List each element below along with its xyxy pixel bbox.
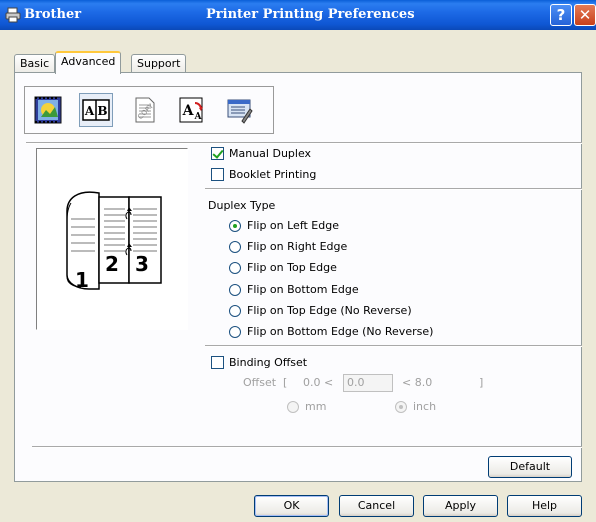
radio-label: Flip on Bottom Edge (No Reverse) (247, 325, 434, 338)
default-button[interactable]: Default (488, 456, 572, 478)
radio-flip-top-edge-no-reverse[interactable]: Flip on Top Edge (No Reverse) (229, 304, 412, 317)
radio-flip-left-edge[interactable]: Flip on Left Edge (229, 219, 339, 232)
tab-support[interactable]: Support (131, 54, 187, 73)
radio-label: Flip on Top Edge (247, 261, 337, 274)
options-separator (205, 188, 582, 190)
help-button[interactable]: Help (507, 495, 582, 517)
page-setting-icon: A A (179, 97, 203, 123)
unit-inch-radio[interactable]: inch (395, 400, 436, 413)
duplex-separator (205, 345, 582, 347)
device-options-button[interactable] (223, 93, 257, 127)
duplex-icon: A B (82, 99, 110, 121)
offset-close-bracket: ] (479, 376, 484, 389)
page-setting-button[interactable]: A A (175, 93, 209, 127)
radio-dot[interactable] (229, 261, 241, 274)
radio-dot[interactable] (229, 283, 241, 296)
radio-dot[interactable] (395, 400, 407, 413)
strip-divider (26, 142, 582, 144)
manual-duplex-check-box[interactable] (211, 147, 224, 160)
duplex-button[interactable]: A B (79, 93, 113, 127)
unit-mm-label: mm (305, 400, 327, 413)
radio-label: Flip on Bottom Edge (247, 283, 359, 296)
svg-text:A: A (84, 104, 95, 118)
offset-open-bracket: [ (283, 376, 288, 389)
print-quality-button[interactable] (31, 93, 65, 127)
radio-label: Flip on Left Edge (247, 219, 339, 232)
help-title-button[interactable]: ? (550, 4, 572, 26)
manual-duplex-checkbox[interactable]: Manual Duplex (211, 147, 311, 160)
radio-dot[interactable] (229, 219, 241, 232)
booklet-preview-image: 1 2 3 (66, 191, 162, 292)
page-number-3: 3 (135, 252, 149, 276)
radio-dot[interactable] (229, 240, 241, 253)
radio-flip-right-edge[interactable]: Flip on Right Edge (229, 240, 347, 253)
booklet-printing-label: Booklet Printing (229, 168, 317, 181)
print-quality-icon (34, 96, 62, 124)
watermark-button[interactable]: COPY (127, 93, 161, 127)
booklet-printing-check-box[interactable] (211, 168, 224, 181)
page-number-1: 1 (75, 268, 89, 292)
svg-text:A: A (194, 112, 203, 122)
booklet-printing-checkbox[interactable]: Booklet Printing (211, 168, 316, 181)
svg-text:A: A (182, 103, 195, 119)
app-name: Brother (24, 7, 82, 22)
radio-dot[interactable] (287, 400, 299, 413)
radio-flip-top-edge[interactable]: Flip on Top Edge (229, 261, 337, 274)
offset-min: 0.0 < (303, 376, 334, 389)
svg-text:B: B (97, 104, 107, 118)
apply-button[interactable]: Apply (423, 495, 498, 517)
tab-advanced[interactable]: Advanced (55, 51, 122, 74)
tab-basic[interactable]: Basic (14, 54, 56, 73)
radio-dot[interactable] (229, 325, 241, 338)
duplex-type-heading: Duplex Type (208, 199, 276, 212)
manual-duplex-label: Manual Duplex (229, 147, 312, 160)
printing-preferences-window: Brother Printer Printing Preferences ? ✕… (0, 0, 596, 522)
offset-label: Offset (243, 376, 277, 389)
watermark-icon: COPY (135, 97, 156, 123)
offset-value-field[interactable]: 0.0 (343, 374, 393, 392)
feature-icon-strip: A B COPY A A (24, 86, 274, 134)
printer-app-icon (5, 7, 21, 23)
radio-flip-bottom-edge-no-reverse[interactable]: Flip on Bottom Edge (No Reverse) (229, 325, 433, 338)
footer-separator (32, 446, 582, 448)
duplex-preview: 1 2 3 (36, 148, 188, 330)
unit-mm-radio[interactable]: mm (287, 400, 326, 413)
radio-label: Flip on Top Edge (No Reverse) (247, 304, 412, 317)
radio-flip-bottom-edge[interactable]: Flip on Bottom Edge (229, 283, 359, 296)
device-options-icon (227, 99, 253, 124)
ok-button[interactable]: OK (254, 495, 329, 517)
title-bar[interactable]: Brother Printer Printing Preferences ? ✕ (0, 0, 596, 30)
unit-inch-label: inch (413, 400, 437, 413)
binding-offset-label: Binding Offset (229, 356, 308, 369)
radio-label: Flip on Right Edge (247, 240, 348, 253)
binding-offset-check-box[interactable] (211, 356, 224, 369)
page-number-2: 2 (105, 252, 119, 276)
binding-offset-checkbox[interactable]: Binding Offset (211, 356, 307, 369)
window-title: Printer Printing Preferences (206, 7, 415, 22)
radio-dot[interactable] (229, 304, 241, 317)
cancel-button[interactable]: Cancel (339, 495, 414, 517)
close-button[interactable]: ✕ (574, 4, 596, 26)
offset-max: < 8.0 (402, 376, 433, 389)
